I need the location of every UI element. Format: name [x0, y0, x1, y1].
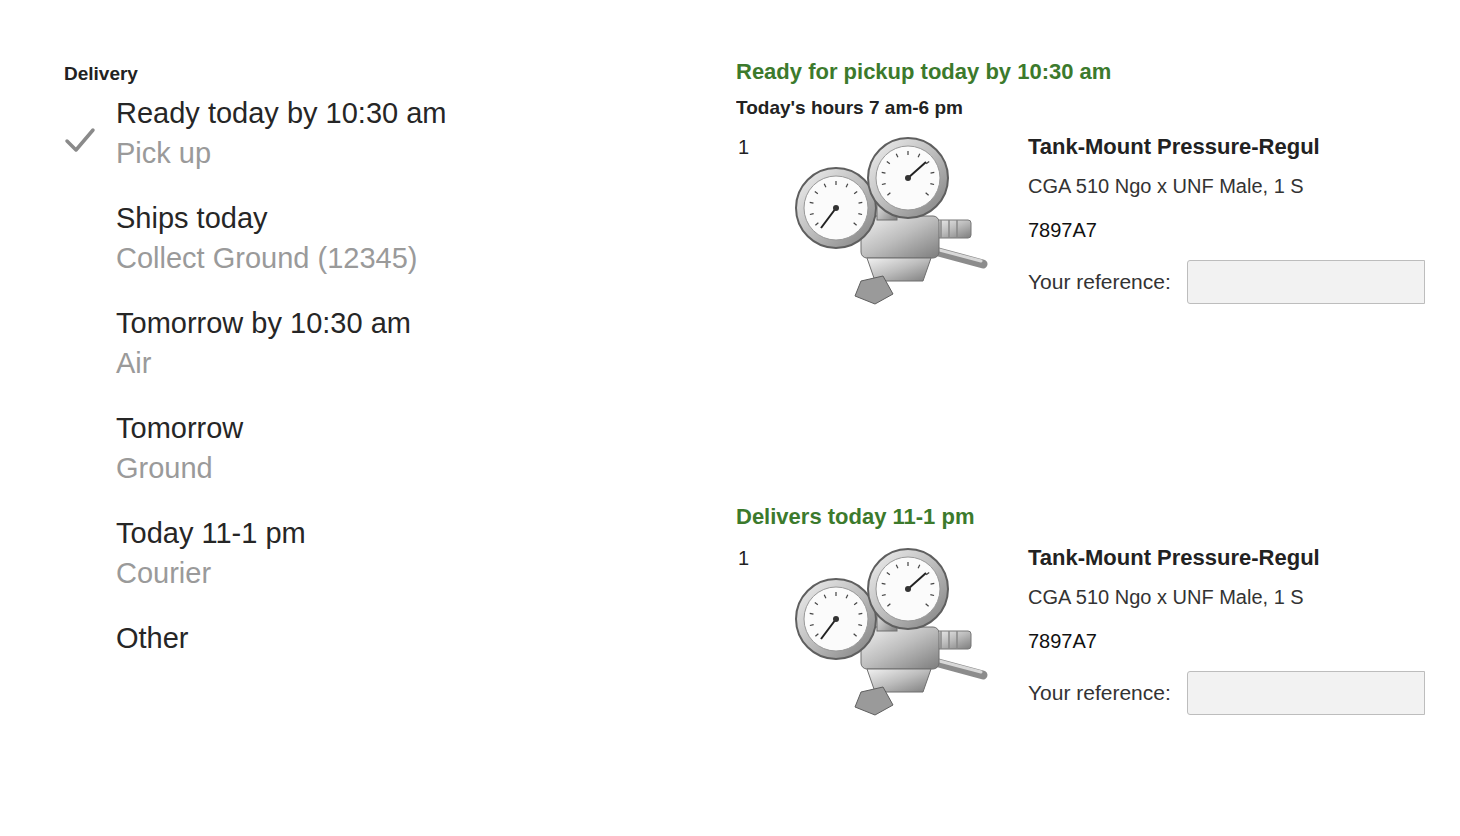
option-label: Other	[116, 618, 189, 658]
option-method: Collect Ground (12345)	[116, 238, 417, 278]
option-label: Tomorrow by 10:30 am	[116, 303, 411, 343]
option-method: Air	[116, 343, 411, 383]
reference-label: Your reference:	[1028, 268, 1171, 296]
option-text: Today 11-1 pmCourier	[116, 513, 306, 593]
shipment-group: Delivers today 11-1 pm 1 Tank-Mount Pressu…	[736, 503, 1460, 717]
reference-input[interactable]	[1187, 260, 1425, 304]
order-item: 1 Tank-Mount Pressure-Regul CGA 510 Ngo x …	[736, 543, 1460, 717]
delivery-options: Ready today by 10:30 amPick up Ships toda…	[64, 93, 736, 658]
reference-row: Your reference:	[1028, 671, 1460, 715]
shipment-heading: Ready for pickup today by 10:30 am	[736, 58, 1460, 86]
reference-input[interactable]	[1187, 671, 1425, 715]
pressure-regulator-icon	[791, 136, 991, 306]
option-text: Ships todayCollect Ground (12345)	[116, 198, 417, 278]
option-text: Tomorrow by 10:30 amAir	[116, 303, 411, 383]
delivery-option[interactable]: Ships todayCollect Ground (12345)	[64, 198, 736, 278]
delivery-panel: Delivery Ready today by 10:30 amPick up Sh…	[0, 0, 736, 836]
option-text: TomorrowGround	[116, 408, 243, 488]
checkmark-icon	[64, 126, 96, 154]
delivery-option[interactable]: Tomorrow by 10:30 amAir	[64, 303, 736, 383]
item-details: Tank-Mount Pressure-Regul CGA 510 Ngo x U…	[1028, 543, 1460, 715]
item-part-number: 7897A7	[1028, 216, 1460, 244]
option-label: Today 11-1 pm	[116, 513, 306, 553]
delivery-option[interactable]: Ready today by 10:30 amPick up	[64, 93, 736, 173]
option-label: Tomorrow	[116, 408, 243, 448]
delivery-option[interactable]: TomorrowGround	[64, 408, 736, 488]
shipments-panel: Ready for pickup today by 10:30 am Today'…	[736, 0, 1460, 836]
checkout-delivery-page: Delivery Ready today by 10:30 amPick up Sh…	[0, 0, 1460, 836]
store-hours: Today's hours 7 am-6 pm	[736, 96, 1460, 120]
delivery-title: Delivery	[64, 62, 736, 86]
option-method: Courier	[116, 553, 306, 593]
item-name[interactable]: Tank-Mount Pressure-Regul	[1028, 132, 1460, 162]
check-cell	[64, 112, 116, 154]
option-text: Ready today by 10:30 amPick up	[116, 93, 446, 173]
shipment-heading: Delivers today 11-1 pm	[736, 503, 1460, 531]
shipment-group: Ready for pickup today by 10:30 am Today'…	[736, 58, 1460, 306]
item-description: CGA 510 Ngo x UNF Male, 1 S	[1028, 583, 1460, 611]
reference-row: Your reference:	[1028, 260, 1460, 304]
option-text: Other	[116, 618, 189, 658]
option-label: Ready today by 10:30 am	[116, 93, 446, 133]
pressure-regulator-icon	[791, 547, 991, 717]
item-description: CGA 510 Ngo x UNF Male, 1 S	[1028, 172, 1460, 200]
reference-label: Your reference:	[1028, 679, 1171, 707]
delivery-option[interactable]: Other	[64, 618, 736, 658]
order-item: 1 Tank-Mount Pressure-Regul CGA 510 Ngo x …	[736, 132, 1460, 306]
option-method: Pick up	[116, 133, 446, 173]
item-details: Tank-Mount Pressure-Regul CGA 510 Ngo x U…	[1028, 132, 1460, 304]
item-quantity: 1	[736, 543, 791, 573]
item-name[interactable]: Tank-Mount Pressure-Regul	[1028, 543, 1460, 573]
option-method: Ground	[116, 448, 243, 488]
item-quantity: 1	[736, 132, 791, 162]
delivery-option[interactable]: Today 11-1 pmCourier	[64, 513, 736, 593]
option-label: Ships today	[116, 198, 417, 238]
item-part-number: 7897A7	[1028, 627, 1460, 655]
